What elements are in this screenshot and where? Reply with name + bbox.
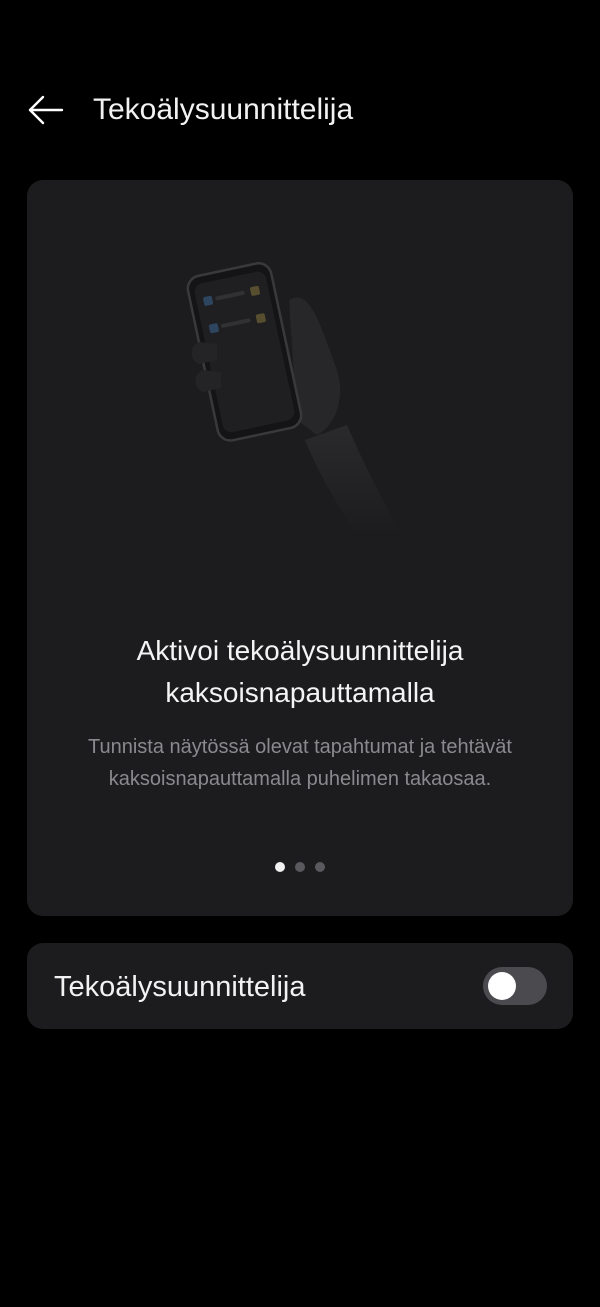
hand-holding-phone-icon bbox=[186, 262, 402, 535]
page-indicator bbox=[27, 862, 573, 874]
back-button[interactable] bbox=[22, 88, 70, 132]
page-dot-1[interactable] bbox=[275, 862, 285, 872]
switch-knob bbox=[488, 972, 516, 1000]
feature-intro-card[interactable]: Aktivoi tekoälysuunnittelija kaksoisnapa… bbox=[27, 180, 573, 916]
card-heading: Aktivoi tekoälysuunnittelija kaksoisnapa… bbox=[136, 635, 464, 708]
page-dot-2[interactable] bbox=[295, 862, 305, 872]
app-header: Tekoälysuunnittelija bbox=[0, 70, 600, 150]
feature-toggle-switch[interactable] bbox=[483, 967, 547, 1005]
card-description: Tunnista näytössä olevat tapahtumat ja t… bbox=[88, 736, 512, 790]
hand-holding-phone-illustration bbox=[177, 260, 427, 540]
feature-toggle-row[interactable]: Tekoälysuunnittelija bbox=[27, 943, 573, 1029]
page-dot-3[interactable] bbox=[315, 862, 325, 872]
page-title: Tekoälysuunnittelija bbox=[93, 93, 354, 126]
feature-toggle-label: Tekoälysuunnittelija bbox=[54, 971, 306, 1003]
arrow-left-icon bbox=[28, 95, 64, 125]
